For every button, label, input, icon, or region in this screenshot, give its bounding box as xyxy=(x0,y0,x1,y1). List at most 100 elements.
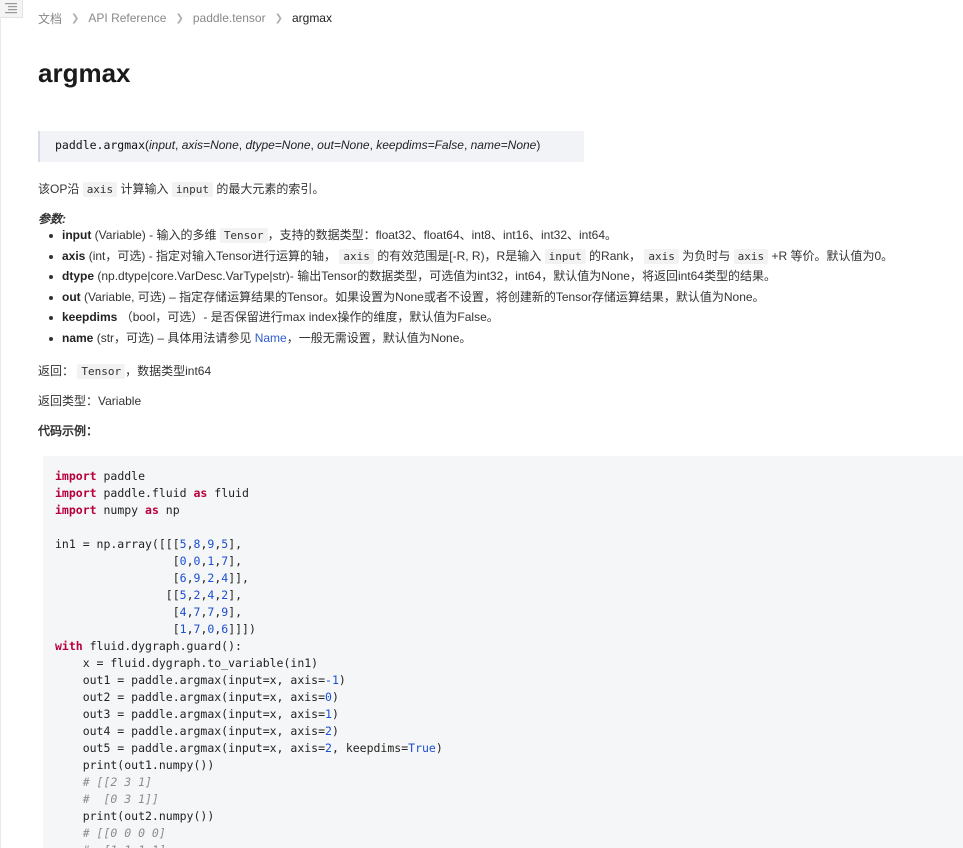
param-item-out: out (Variable, 可选) – 指定存储运算结果的Tensor。如果设… xyxy=(47,290,893,311)
code-line: [4,7,7,9], xyxy=(55,604,963,621)
code-token: ]], xyxy=(228,571,249,585)
breadcrumb-api-reference-link[interactable]: API Reference xyxy=(88,11,166,25)
signature-arg: axis=None xyxy=(181,138,239,152)
code-line: out4 = paddle.argmax(input=x, axis=2) xyxy=(55,723,963,740)
code-token: as xyxy=(145,503,159,517)
code-token: paddle.fluid xyxy=(96,486,194,500)
code-token: True xyxy=(408,741,436,755)
code-token: 2 xyxy=(325,724,332,738)
param-name: name xyxy=(62,330,94,345)
code-token: 2 xyxy=(325,741,332,755)
code-token: ) xyxy=(331,690,339,704)
chevron-right-icon: ❯ xyxy=(175,12,184,24)
param-item-keepdims: keepdims （bool，可选）- 是否保留进行max index操作的维度… xyxy=(47,310,893,331)
code-line: out2 = paddle.argmax(input=x, axis=0) xyxy=(55,689,963,706)
toc-toggle-button[interactable] xyxy=(0,0,23,18)
code-token: ], xyxy=(228,588,243,602)
breadcrumb-docs-link[interactable]: 文档 xyxy=(38,10,62,27)
code-token: import xyxy=(55,469,97,483)
code-line: import numpy as np xyxy=(55,502,963,519)
returns-line: 返回： Tensor ，数据类型int64 xyxy=(38,362,211,379)
code-token: [ xyxy=(55,605,180,619)
code-token: as xyxy=(193,486,208,500)
description-text: 计算输入 xyxy=(120,182,169,196)
breadcrumb: 文档 ❯ API Reference ❯ paddle.tensor ❯ arg… xyxy=(38,10,332,26)
description-text: 的最大元素的索引。 xyxy=(216,182,325,196)
param-name: input xyxy=(62,228,92,242)
code-token: print(out1.numpy()) xyxy=(55,758,215,772)
code-token: in1 = np.array([[[ xyxy=(55,537,180,551)
code-line: x = fluid.dygraph.to_variable(in1) xyxy=(55,655,963,672)
code-token: , xyxy=(186,622,194,636)
code-token: [ xyxy=(55,622,180,636)
signature-arg: keepdims=False xyxy=(376,138,464,152)
code-token: # [1 1 1 1] xyxy=(55,843,166,848)
description: 该OP沿 axis 计算输入 input 的最大元素的索引。 xyxy=(38,180,324,197)
code-token: out5 = paddle.argmax(input=x, axis= xyxy=(55,741,326,755)
code-token: ]]]) xyxy=(228,622,256,636)
code-token: 6 xyxy=(179,571,187,585)
code-line: with fluid.dygraph.guard(): xyxy=(55,638,963,655)
breadcrumb-current: argmax xyxy=(291,11,332,25)
param-desc: 为负时与 xyxy=(682,248,731,263)
code-token: ], xyxy=(228,605,243,619)
param-name: dtype xyxy=(62,269,95,283)
code-line: # [0 3 1]] xyxy=(55,791,963,808)
example-heading: 代码示例： xyxy=(38,424,99,438)
code-token: , keepdims= xyxy=(331,741,409,755)
list-icon xyxy=(5,3,17,14)
param-desc: 的有效范围是[-R, R)，R是输入 xyxy=(377,248,542,263)
code-pre: import paddle import paddle.fluid as flui… xyxy=(55,468,963,848)
code-token: 5 xyxy=(179,537,187,551)
param-desc: (Variable) - 输入的多维 xyxy=(91,228,217,242)
code-token: # [[0 0 0 0] xyxy=(55,826,166,840)
code-token: fluid.dygraph.guard(): xyxy=(82,639,242,653)
code-line: # [[2 3 1] xyxy=(55,774,963,791)
code-token: 0 xyxy=(179,554,187,568)
param-desc: 的Rank， xyxy=(589,248,642,263)
code-token: ], xyxy=(228,554,243,568)
code-token: ) xyxy=(331,707,339,721)
inline-code: Tensor xyxy=(77,364,126,379)
breadcrumb-paddle-tensor-link[interactable]: paddle.tensor xyxy=(193,11,266,25)
code-token: import xyxy=(55,503,97,517)
inline-code: axis xyxy=(733,248,769,264)
code-example: import paddle import paddle.fluid as flui… xyxy=(43,456,963,848)
inline-code: Tensor xyxy=(219,228,268,243)
code-token: out1 = paddle.argmax(input=x, axis= xyxy=(55,673,326,687)
code-line: # [1 1 1 1] xyxy=(55,842,963,848)
code-token: 1 xyxy=(179,622,187,636)
code-token: out3 = paddle.argmax(input=x, axis= xyxy=(55,707,326,721)
code-line: in1 = np.array([[[5,8,9,5], xyxy=(55,536,963,553)
param-item-dtype: dtype (np.dtype|core.VarDesc.VarType|str… xyxy=(47,269,893,290)
sidebar-divider xyxy=(0,17,1,848)
code-token: x = fluid.dygraph.to_variable(in1) xyxy=(55,656,319,670)
code-token: 5 xyxy=(179,588,187,602)
code-line: import paddle.fluid as fluid xyxy=(55,485,963,502)
code-line: # [[0 0 0 0] xyxy=(55,825,963,842)
returns-label: 返回： xyxy=(38,364,75,378)
inline-code: input xyxy=(544,248,586,264)
code-token: , xyxy=(186,537,194,551)
description-text: 该OP沿 xyxy=(38,182,80,196)
code-token: -1 xyxy=(325,673,339,687)
param-name: out xyxy=(62,289,81,304)
code-token: , xyxy=(186,554,194,568)
code-token: [[ xyxy=(55,588,180,602)
code-token: print(out2.numpy()) xyxy=(55,809,215,823)
code-token: , xyxy=(186,605,194,619)
code-token: ) xyxy=(331,724,339,738)
name-doc-link[interactable]: Name xyxy=(255,331,287,345)
returns-text: ，数据类型int64 xyxy=(125,364,212,378)
inline-code: axis xyxy=(644,248,679,264)
signature-arg: input xyxy=(149,138,176,152)
code-line: print(out1.numpy()) xyxy=(55,757,963,774)
code-line: out5 = paddle.argmax(input=x, axis=2, ke… xyxy=(55,740,963,757)
code-token: , xyxy=(186,588,194,602)
code-token: 1 xyxy=(325,707,332,721)
code-token: # [[2 3 1] xyxy=(55,775,152,789)
inline-code: axis xyxy=(339,248,374,264)
return-type: 返回类型：Variable xyxy=(38,394,142,408)
inline-code: axis xyxy=(82,182,118,197)
signature-arg: dtype=None xyxy=(245,138,311,152)
